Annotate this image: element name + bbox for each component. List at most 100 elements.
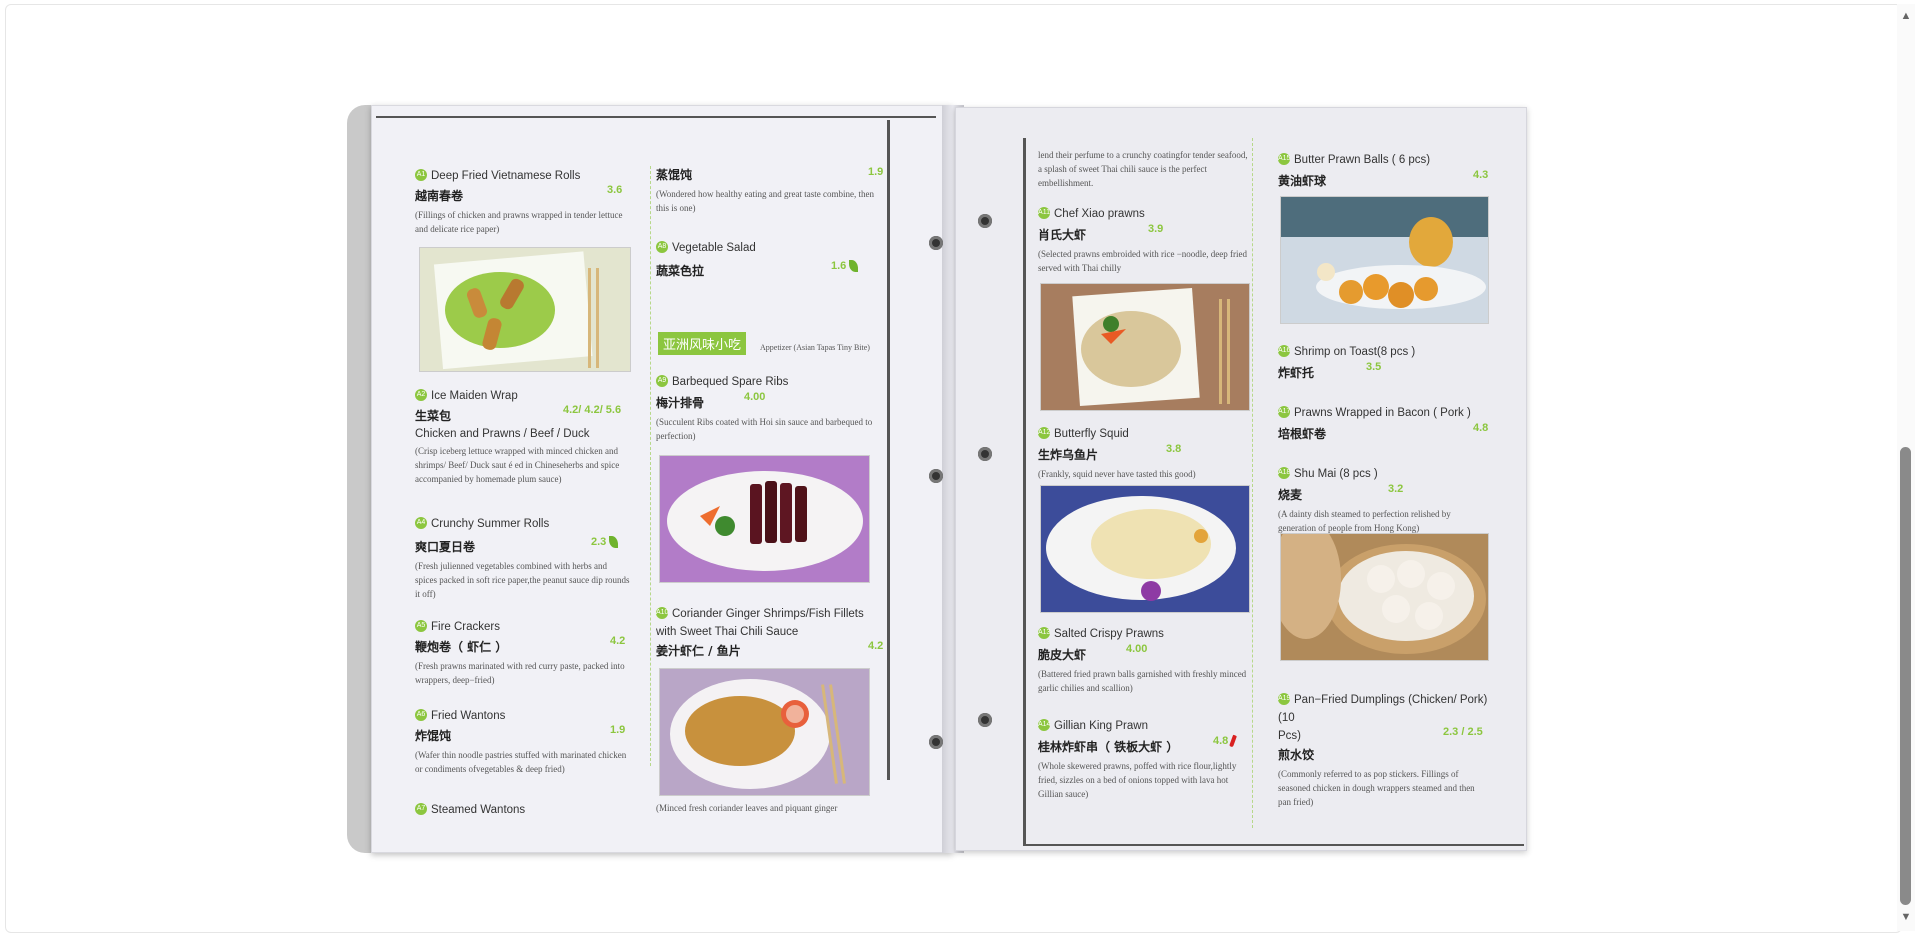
scroll-down-icon[interactable]: ▼ (1899, 910, 1913, 924)
item-number: A15 (1278, 152, 1290, 165)
menu-item: A14 Gillian King Prawn 桂林炸虾串（ 铁板大虾 ） 4.8 … (1038, 716, 1250, 801)
item-description: lend their perfume to a crunchy coatingf… (1038, 150, 1248, 188)
item-number: A1 (415, 168, 427, 181)
item-name-zh: 鞭炮卷（ 虾仁 ） (415, 640, 508, 654)
item-name-zh: 培根虾卷 (1278, 427, 1327, 441)
item-price: 4.2 (610, 635, 626, 647)
butterfly-squid-photo (1040, 485, 1250, 613)
left-page: A1 Deep Fried Vietnamese Rolls 越南春卷 3.6 (… (371, 105, 953, 853)
spare-ribs-photo (659, 455, 870, 583)
menu-item: A18 Shu Mai (8 pcs ) 烧麦 3.2 (A dainty dis… (1278, 464, 1488, 535)
menu-item: A17 Prawns Wrapped in Bacon ( Pork ) 培根虾卷… (1278, 403, 1488, 442)
menu-item: A16 Shrimp on Toast(8 pcs ) 炸虾托 3.5 (1278, 342, 1488, 381)
menu-item: A12 Butterfly Squid 生炸乌鱼片 3.8 (Frankly, s… (1038, 424, 1250, 481)
item-description: (Fillings of chicken and prawns wrapped … (415, 210, 623, 234)
item-number: A10 (656, 606, 668, 619)
item-number: A13 (1038, 626, 1050, 639)
vegetarian-leaf-icon (849, 260, 859, 273)
menu-item: A5 Fire Crackers 鞭炮卷（ 虾仁 ） 4.2 (Fresh pra… (415, 617, 630, 687)
menu-item: A9 Barbequed Spare Ribs 梅汁排骨 4.00 (Succul… (656, 372, 884, 443)
chef-xiao-prawns-photo (1040, 283, 1250, 411)
item-description: (Crisp iceberg lettuce wrapped with minc… (415, 446, 620, 484)
item-description: (A dainty dish steamed to perfection rel… (1278, 509, 1451, 533)
item-name-en: Pan−Fried Dumplings (Chicken/ Pork) (10 (1278, 694, 1488, 724)
item-name-en: Gillian King Prawn (1054, 720, 1148, 732)
item-description: (Commonly referred to as pop stickers. F… (1278, 769, 1475, 807)
item-name-en: Butter Prawn Balls ( 6 pcs) (1294, 154, 1431, 166)
item-name-zh: 姜汁虾仁 / 鱼片 (656, 644, 741, 658)
item-description: (Wondered how healthy eating and great t… (656, 189, 874, 213)
item-price: 3.2 (1388, 483, 1404, 495)
item-price: 3.6 (607, 184, 623, 196)
menu-item: A11 Chef Xiao prawns 肖氏大虾 3.9 (Selected p… (1038, 204, 1250, 275)
coriander-shrimps-photo (659, 668, 870, 796)
menu-item: A2 Ice Maiden Wrap 生菜包 4.2/ 4.2/ 5.6 Chic… (415, 386, 630, 486)
item-name-en: Crunchy Summer Rolls (431, 518, 550, 530)
page-inner-rule (1023, 138, 1026, 846)
item-name-en: Butterfly Squid (1054, 428, 1129, 440)
item-number: A5 (415, 619, 427, 632)
scroll-up-icon[interactable]: ▲ (1899, 9, 1913, 23)
item-description: (Frankly, squid never have tasted this g… (1038, 469, 1196, 479)
menu-item: A7 Steamed Wantons (415, 800, 630, 818)
item-price: 1.9 (610, 724, 626, 736)
binder-hole (978, 713, 992, 727)
item-number: A7 (415, 802, 427, 815)
right-page: lend their perfume to a crunchy coatingf… (929, 107, 1527, 851)
item-name-en: Prawns Wrapped in Bacon ( Pork ) (1294, 407, 1471, 419)
item-price: 3.9 (1148, 223, 1164, 235)
item-price-with-icon: 2.3 (591, 536, 619, 549)
item-description: (Selected prawns embroided with rice −no… (1038, 249, 1247, 273)
item-name-zh: 煎水饺 (1278, 748, 1315, 762)
item-description: (Battered fried prawn balls garnished wi… (1038, 669, 1247, 693)
binder-hole (929, 735, 943, 749)
item-name-en: Barbequed Spare Ribs (672, 376, 789, 388)
section-badge: 亚洲风味小吃 (658, 332, 747, 355)
column-divider (650, 166, 651, 766)
item-description: (Fresh julienned vegetables combined wit… (415, 561, 630, 599)
spring-rolls-photo (419, 247, 631, 372)
item-number: A4 (415, 516, 427, 529)
item-name-en: Vegetable Salad (672, 242, 756, 254)
page-bottom-rule (1024, 844, 1524, 846)
menu-item: A8 Vegetable Salad 蔬菜色拉 1.6 (656, 238, 884, 279)
item-number: A18 (1278, 466, 1290, 479)
binder-hole (978, 447, 992, 461)
section-subtitle: Appetizer (Asian Tapas Tiny Bite) (760, 343, 870, 352)
item-name-en-cont: with Sweet Thai Chili Sauce (656, 626, 799, 638)
item-name-zh: 梅汁排骨 (656, 396, 705, 410)
item-number: A6 (415, 708, 427, 721)
menu-item: A15 Butter Prawn Balls ( 6 pcs) 黄油虾球 4.3 (1278, 150, 1488, 189)
item-name-zh: 生炸乌鱼片 (1038, 448, 1099, 462)
item-number: A17 (1278, 405, 1290, 418)
item-name-zh: 黄油虾球 (1278, 174, 1327, 188)
menu-item: A1 Deep Fried Vietnamese Rolls 越南春卷 3.6 (… (415, 166, 630, 236)
binder-hole (929, 236, 943, 250)
item-price: 3.8 (1166, 443, 1182, 455)
item-number: A11 (1038, 206, 1050, 219)
item-name-en: Coriander Ginger Shrimps/Fish Fillets (672, 608, 864, 620)
item-price: 4.00 (1126, 643, 1148, 655)
item-number: A2 (415, 388, 427, 401)
butter-prawn-balls-photo (1280, 196, 1489, 324)
item-description: (Minced fresh coriander leaves and piqua… (656, 803, 838, 813)
item-price: 4.2 (868, 640, 884, 652)
menu-item: A6 Fried Wantons 炸馄饨 1.9 (Wafer thin nood… (415, 706, 630, 776)
item-name-zh: 炸虾托 (1278, 366, 1315, 380)
item-price-with-icon: 4.8 (1213, 734, 1238, 748)
item-name-en: Steamed Wantons (431, 804, 526, 816)
item-description: (Succulent Ribs coated with Hoi sin sauc… (656, 417, 873, 441)
scrollbar-thumb[interactable] (1900, 447, 1911, 905)
item-number: A9 (656, 374, 668, 387)
item-price: 4.2/ 4.2/ 5.6 (563, 404, 622, 416)
menu-item: 蒸馄饨 1.9 (Wondered how healthy eating and… (656, 166, 884, 215)
item-name-en: Deep Fried Vietnamese Rolls (431, 170, 581, 182)
item-number: A8 (656, 240, 668, 253)
item-number: A14 (1038, 718, 1050, 731)
page-inner-rule (887, 120, 890, 780)
item-name-zh: 肖氏大虾 (1038, 228, 1087, 242)
item-price: 3.5 (1366, 361, 1382, 373)
item-price: 2.3 / 2.5 (1443, 726, 1483, 738)
menu-item: A4 Crunchy Summer Rolls 爽口夏日卷 2.3 (Fresh … (415, 514, 630, 601)
item-name-zh: 烧麦 (1278, 488, 1303, 502)
